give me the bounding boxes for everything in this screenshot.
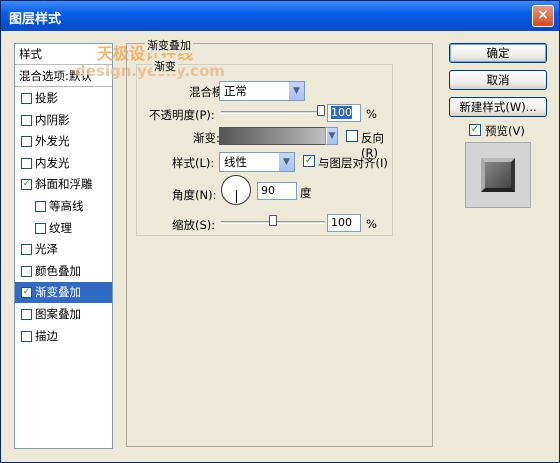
style-item-label: 内阴影	[35, 112, 70, 127]
style-checkbox[interactable]	[21, 114, 32, 126]
style-checkbox[interactable]	[21, 157, 32, 169]
gradient-dropdown[interactable]: ▼	[325, 127, 338, 145]
style-label: 样式(L):	[172, 156, 215, 170]
gradient-group-title: 渐变	[152, 58, 178, 74]
blend-mode-value: 正常	[224, 84, 247, 98]
scale-label: 缩放(S):	[172, 218, 216, 232]
style-checkbox[interactable]	[21, 330, 32, 342]
style-item[interactable]: 外发光	[15, 131, 112, 152]
chevron-down-icon: ▼	[288, 82, 304, 100]
gradient-group: 渐变 混合模式: 正常 ▼ 不透明度(P): 100 % 渐变: ▼ 反向(R)…	[136, 58, 393, 236]
style-item-label: 投影	[35, 91, 58, 105]
scale-unit: %	[366, 217, 377, 231]
chevron-down-icon: ▼	[278, 153, 294, 171]
gradient-label: 渐变:	[193, 131, 220, 145]
opacity-field[interactable]: 100	[327, 104, 361, 122]
styles-header[interactable]: 样式	[15, 44, 112, 65]
gradient-picker[interactable]	[219, 127, 336, 145]
style-item[interactable]: 投影	[15, 88, 112, 109]
style-checkbox[interactable]	[21, 93, 32, 104]
check-icon: ✓	[304, 155, 314, 166]
check-icon: ✓	[470, 124, 480, 135]
style-item[interactable]: 图案叠加	[15, 304, 112, 325]
blend-mode-select[interactable]: 正常 ▼	[219, 81, 305, 101]
style-item-label: 图案叠加	[35, 307, 81, 321]
style-item-label: 等高线	[49, 199, 84, 213]
layer-style-dialog: 图层样式 × 样式 混合选项:默认 投影 内阴影 外发光 内发光 ✓ 斜面和浮雕 等高线 纹理…	[0, 0, 560, 463]
panel-title: 渐变叠加	[145, 37, 193, 53]
reverse-checkbox[interactable]	[346, 130, 358, 142]
angle-label: 角度(N):	[172, 188, 217, 202]
style-item[interactable]: ✓ 斜面和浮雕	[15, 174, 112, 195]
angle-field[interactable]: 90	[257, 182, 297, 200]
angle-dial[interactable]	[221, 175, 251, 205]
opacity-slider-thumb[interactable]	[317, 105, 325, 116]
style-item[interactable]: 光泽	[15, 239, 112, 260]
style-item[interactable]: 内阴影	[15, 110, 112, 131]
style-item[interactable]: 内发光	[15, 153, 112, 174]
opacity-slider[interactable]	[221, 111, 325, 114]
style-item-label: 光泽	[35, 242, 58, 257]
style-item-label: 描边	[35, 328, 58, 343]
chevron-down-icon: ▼	[326, 128, 337, 144]
style-item-label: 颜色叠加	[35, 263, 81, 278]
style-checkbox[interactable]	[21, 136, 32, 148]
style-preview	[465, 142, 531, 208]
style-checkbox[interactable]: ✓	[21, 287, 32, 299]
new-style-button[interactable]: 新建样式(W)...	[449, 97, 547, 117]
scale-field[interactable]: 100	[327, 214, 361, 232]
align-with-layer-label: 与图层对齐(I)	[318, 156, 388, 170]
opacity-unit: %	[366, 107, 377, 121]
styles-list: 样式 混合选项:默认 投影 内阴影 外发光 内发光 ✓ 斜面和浮雕 等高线 纹理 光泽 颜色叠加 ✓…	[14, 43, 113, 449]
style-item[interactable]: 颜色叠加	[15, 261, 112, 282]
style-checkbox[interactable]	[35, 201, 46, 212]
angle-needle	[236, 190, 237, 203]
style-item-label: 渐变叠加	[35, 285, 81, 300]
settings-panel: 渐变叠加 渐变 混合模式: 正常 ▼ 不透明度(P): 100 % 渐变: ▼ …	[126, 37, 433, 447]
style-item[interactable]: ✓ 渐变叠加	[15, 282, 112, 304]
style-item[interactable]: 纹理	[15, 218, 112, 239]
style-value: 线性	[224, 155, 247, 169]
style-checkbox[interactable]	[21, 244, 32, 256]
style-item-label: 斜面和浮雕	[35, 177, 93, 192]
window-title: 图层样式	[9, 12, 62, 27]
style-select[interactable]: 线性 ▼	[219, 152, 295, 172]
ok-button[interactable]: 确定	[449, 43, 547, 63]
opacity-label: 不透明度(P):	[149, 108, 215, 122]
close-button[interactable]: ×	[532, 5, 554, 27]
blend-options-item[interactable]: 混合选项:默认	[15, 66, 112, 87]
align-with-layer-checkbox[interactable]: ✓	[303, 155, 315, 167]
style-checkbox[interactable]	[21, 265, 32, 277]
angle-unit: 度	[300, 186, 312, 200]
preview-checkbox[interactable]: ✓	[469, 124, 481, 136]
style-checkbox[interactable]	[35, 222, 46, 234]
style-checkbox[interactable]: ✓	[21, 179, 32, 191]
style-checkbox[interactable]	[21, 309, 32, 320]
preview-label: 预览(V)	[485, 124, 525, 138]
style-item-label: 纹理	[49, 220, 72, 235]
title-bar[interactable]: 图层样式 ×	[1, 1, 559, 31]
style-item[interactable]: 等高线	[15, 196, 112, 217]
style-item[interactable]: 描边	[15, 326, 112, 347]
cancel-button[interactable]: 取消	[449, 70, 547, 90]
preview-swatch	[481, 158, 515, 192]
style-item-label: 内发光	[35, 155, 70, 170]
style-item-label: 外发光	[35, 134, 70, 149]
scale-slider-thumb[interactable]	[269, 215, 277, 226]
